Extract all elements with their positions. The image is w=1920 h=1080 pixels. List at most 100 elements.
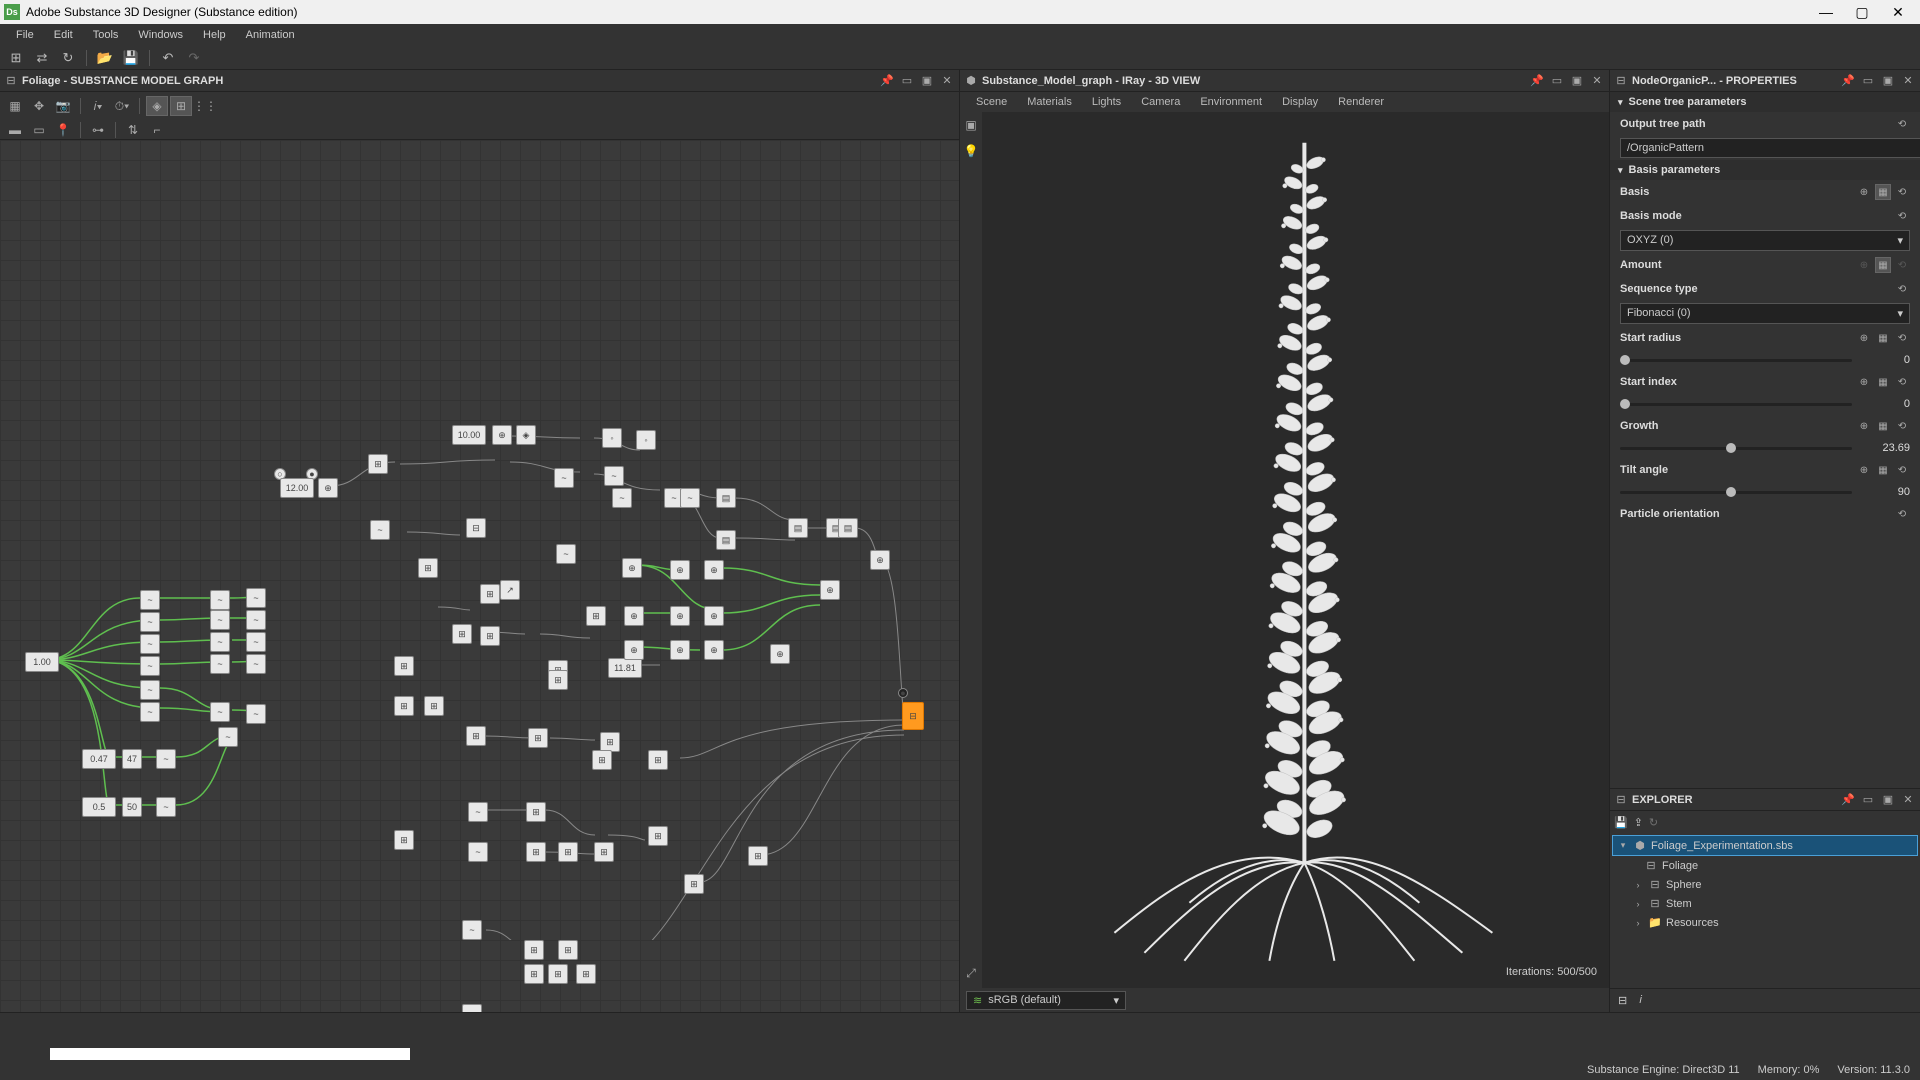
minimize-panel-icon[interactable]: ▭ (899, 73, 915, 89)
close-button[interactable]: ✕ (1888, 4, 1908, 21)
reset-icon[interactable]: ⟲ (1894, 330, 1910, 346)
graph-node[interactable]: ~ (554, 468, 574, 488)
grid-snap-icon[interactable]: ⊞ (170, 96, 192, 116)
undo-icon[interactable]: ↶ (158, 48, 178, 68)
tilt-slider[interactable] (1620, 491, 1852, 494)
graph-node[interactable]: ● (898, 688, 908, 698)
minimize-panel-icon[interactable]: ▭ (1860, 792, 1876, 808)
minimize-button[interactable]: — (1816, 4, 1836, 21)
link-nodes-icon[interactable]: ⊶ (87, 120, 109, 140)
graph-node[interactable]: ~ (210, 610, 230, 630)
menu-edit[interactable]: Edit (44, 26, 83, 44)
vp-menu-materials[interactable]: Materials (1017, 94, 1082, 110)
expose-icon[interactable]: ⊕ (1856, 184, 1872, 200)
graph-node[interactable]: ⊕ (820, 580, 840, 600)
section-basis[interactable]: ▾ Basis parameters (1610, 160, 1920, 180)
save-icon[interactable]: 💾 (1614, 816, 1628, 829)
reload-icon[interactable]: ↻ (1649, 816, 1658, 829)
graph-node[interactable]: ⊕ (622, 558, 642, 578)
graph-node[interactable]: ⊕ (318, 478, 338, 498)
graph-node[interactable]: ↗ (500, 580, 520, 600)
graph-node[interactable]: 0.47 (82, 749, 116, 769)
graph-node[interactable]: ⊞ (452, 624, 472, 644)
chevron-right-icon[interactable]: › (1632, 899, 1644, 909)
graph-node[interactable]: ~ (246, 610, 266, 630)
chevron-right-icon[interactable]: › (1632, 880, 1644, 890)
graph-node[interactable]: ▤ (716, 488, 736, 508)
graph-node[interactable]: ~ (140, 634, 160, 654)
frame-icon[interactable]: ▭ (28, 120, 50, 140)
tree-item-resources[interactable]: › 📁 Resources (1612, 913, 1918, 932)
comment-icon[interactable]: ▬ (4, 120, 26, 140)
menu-animation[interactable]: Animation (236, 26, 305, 44)
graph-node[interactable]: ⊞ (594, 842, 614, 862)
link-icon[interactable]: ▦ (1875, 374, 1891, 390)
graph-node[interactable]: ⊕ (670, 560, 690, 580)
graph-node[interactable]: ⊞ (524, 964, 544, 984)
link-icon[interactable]: ▦ (1875, 184, 1891, 200)
graph-node[interactable]: ⊞ (748, 846, 768, 866)
maximize-panel-icon[interactable]: ▣ (1569, 73, 1585, 89)
pin-icon[interactable]: 📌 (879, 73, 895, 89)
graph-node[interactable]: ⊞ (558, 842, 578, 862)
start-radius-slider[interactable] (1620, 359, 1852, 362)
viewport-canvas[interactable]: Iterations: 500/500 (982, 112, 1609, 988)
graph-node[interactable]: ~ (210, 654, 230, 674)
graph-node[interactable]: ⊟ (466, 518, 486, 538)
vp-menu-lights[interactable]: Lights (1082, 94, 1131, 110)
graph-node[interactable]: ⊞ (466, 726, 486, 746)
expose-icon[interactable]: ⊕ (1856, 462, 1872, 478)
reset-icon[interactable]: ⟲ (1894, 257, 1910, 273)
pin-node-icon[interactable]: 📍 (52, 120, 74, 140)
graph-node[interactable]: ~ (246, 588, 266, 608)
graph-node[interactable]: 50 (122, 797, 142, 817)
graph-node[interactable]: ⊞ (480, 626, 500, 646)
maximize-panel-icon[interactable]: ▣ (919, 73, 935, 89)
graph-node[interactable]: ~ (210, 702, 230, 722)
graph-node[interactable]: ⊕ (870, 550, 890, 570)
pin-icon[interactable]: 📌 (1840, 73, 1856, 89)
redo-icon[interactable]: ↷ (184, 48, 204, 68)
minimize-panel-icon[interactable]: ▭ (1860, 73, 1876, 89)
graph-node[interactable]: ◦ (636, 430, 656, 450)
sequence-select[interactable]: Fibonacci (0)▾ (1620, 303, 1910, 324)
status-edit-box[interactable] (50, 1048, 410, 1060)
graph-node[interactable]: ⊞ (586, 606, 606, 626)
menu-windows[interactable]: Windows (128, 26, 193, 44)
vp-menu-scene[interactable]: Scene (966, 94, 1017, 110)
graph-node[interactable]: ▤ (838, 518, 858, 538)
graph-node[interactable]: ~ (140, 702, 160, 722)
graph-node[interactable]: ~ (210, 590, 230, 610)
auto-layout-icon[interactable]: ⇅ (122, 120, 144, 140)
maximize-button[interactable]: ▢ (1852, 4, 1872, 21)
graph-node[interactable]: ⊞ (548, 670, 568, 690)
link-icon[interactable]: ▦ (1875, 330, 1891, 346)
graph-node[interactable]: ~ (680, 488, 700, 508)
graph-node[interactable]: ~ (468, 842, 488, 862)
graph-node[interactable]: ▤ (716, 530, 736, 550)
graph-node[interactable]: ⊞ (576, 964, 596, 984)
graph-node[interactable]: 11.81 (608, 658, 642, 678)
graph-node[interactable]: ◦ (602, 428, 622, 448)
graph-node[interactable]: ~ (140, 612, 160, 632)
reset-icon[interactable]: ⟲ (1894, 374, 1910, 390)
graph-node[interactable]: ⊞ (600, 732, 620, 752)
move-tool-icon[interactable]: ✥ (28, 96, 50, 116)
graph-node[interactable]: 12.00 (280, 478, 314, 498)
graph-node[interactable]: ⊞ (526, 842, 546, 862)
gizmo-icon[interactable]: ⤢ (962, 964, 980, 982)
light-tool-icon[interactable]: 💡 (962, 142, 980, 160)
graph-node[interactable]: ~ (246, 632, 266, 652)
timing-icon[interactable]: ⏱▾ (111, 96, 133, 116)
graph-node[interactable]: ⊕ (704, 606, 724, 626)
reset-icon[interactable]: ⟲ (1894, 184, 1910, 200)
graph-node[interactable]: 10.00 (452, 425, 486, 445)
reset-icon[interactable]: ⟲ (1894, 116, 1910, 132)
expose-icon[interactable]: ⊕ (1856, 330, 1872, 346)
graph-node[interactable]: ~ (370, 520, 390, 540)
close-panel-icon[interactable]: ✕ (1900, 73, 1916, 89)
link-icon[interactable]: ▦ (1875, 418, 1891, 434)
graph-node[interactable]: ⊞ (394, 830, 414, 850)
graph-node[interactable]: 0.5 (82, 797, 116, 817)
graph-node[interactable]: ⊞ (684, 874, 704, 894)
